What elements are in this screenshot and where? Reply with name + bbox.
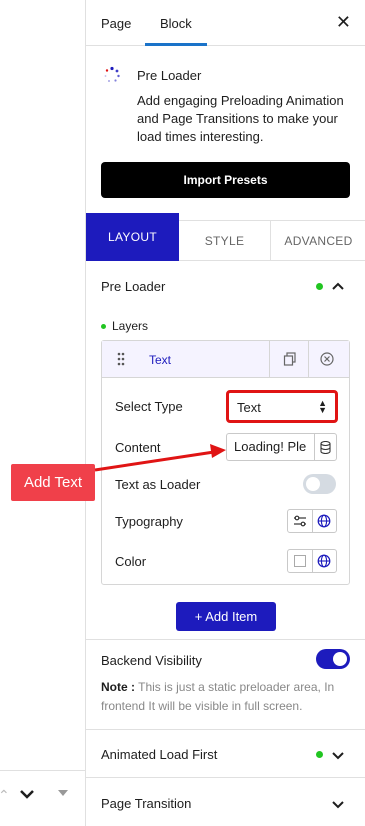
drag-handle-icon[interactable] xyxy=(117,352,125,366)
tab-page[interactable]: Page xyxy=(101,16,131,31)
divider xyxy=(312,550,313,572)
duplicate-icon[interactable] xyxy=(283,352,297,366)
select-type-label: Select Type xyxy=(115,399,183,414)
tab-style[interactable]: STYLE xyxy=(179,220,271,261)
divider xyxy=(308,341,309,377)
toggle-knob xyxy=(306,477,320,491)
settings-sidebar: Page Block ✕ Pre Loader Add engaging Pre… xyxy=(85,0,365,826)
database-icon xyxy=(320,441,331,454)
add-item-button[interactable]: + Add Item xyxy=(176,602,276,631)
divider xyxy=(86,639,365,640)
preloader-icon xyxy=(104,66,120,82)
close-icon[interactable]: ✕ xyxy=(336,12,351,33)
sidebar-tabs: Page Block ✕ xyxy=(86,0,365,46)
status-dot xyxy=(316,751,323,758)
backend-visibility-label: Backend Visibility xyxy=(101,653,202,668)
typography-controls xyxy=(287,509,337,533)
sliders-icon[interactable] xyxy=(293,514,307,528)
note-text: Note : This is just a static preloader a… xyxy=(101,678,351,716)
toggle-knob xyxy=(333,652,347,666)
divider xyxy=(86,777,365,778)
status-dot xyxy=(316,283,323,290)
content-label: Content xyxy=(115,440,161,455)
color-controls xyxy=(287,549,337,573)
annotation-label: Add Text xyxy=(11,464,95,501)
layer-item: Text Select Type Text ▲ ▼ Content Loading… xyxy=(101,340,350,585)
layer-header[interactable]: Text xyxy=(102,341,349,378)
note-body: This is just a static preloader area, In… xyxy=(101,680,335,713)
section-page-transition[interactable]: Page Transition xyxy=(101,796,191,811)
divider xyxy=(312,510,313,532)
globe-icon[interactable] xyxy=(317,554,331,568)
tab-block[interactable]: Block xyxy=(160,16,192,31)
chevron-up-icon[interactable] xyxy=(331,281,345,291)
layers-label: Layers xyxy=(101,319,148,333)
tab-layout[interactable]: LAYOUT xyxy=(86,213,179,261)
backend-visibility-toggle[interactable] xyxy=(316,649,350,669)
tab-advanced[interactable]: ADVANCED xyxy=(271,220,365,261)
divider xyxy=(269,341,270,377)
chevron-down-icon[interactable] xyxy=(331,750,345,760)
block-title: Pre Loader xyxy=(137,68,202,83)
active-tab-indicator xyxy=(145,43,207,46)
text-as-loader-label: Text as Loader xyxy=(115,477,201,492)
import-presets-button[interactable]: Import Presets xyxy=(101,162,350,198)
status-dot xyxy=(101,324,106,330)
layer-title[interactable]: Text xyxy=(149,353,171,367)
canvas-footer: ⌃ xyxy=(0,770,85,826)
color-swatch-icon[interactable] xyxy=(293,554,307,568)
text-as-loader-toggle[interactable] xyxy=(303,474,336,494)
select-type-value: Text xyxy=(237,400,261,415)
color-label: Color xyxy=(115,554,147,569)
remove-icon[interactable] xyxy=(320,352,334,366)
chevron-down-icon[interactable] xyxy=(331,799,345,809)
note-prefix: Note : xyxy=(101,680,135,694)
section-animated-load-first[interactable]: Animated Load First xyxy=(101,747,217,762)
select-type-dropdown[interactable]: Text ▲ ▼ xyxy=(226,390,338,423)
block-description: Add engaging Preloading Animation and Pa… xyxy=(137,93,344,144)
globe-icon[interactable] xyxy=(317,514,331,528)
layers-label-text: Layers xyxy=(112,319,149,333)
divider xyxy=(86,729,365,730)
editor-canvas: ⌃ xyxy=(0,0,85,826)
caret-down-icon[interactable] xyxy=(58,790,68,796)
content-input[interactable]: Loading! Ple xyxy=(226,433,314,461)
dynamic-content-button[interactable] xyxy=(314,433,337,461)
typography-label: Typography xyxy=(115,514,183,529)
chevron-down-icon[interactable] xyxy=(18,785,36,803)
chevron-up-icon[interactable]: ⌃ xyxy=(0,787,10,804)
panel-tabs: LAYOUT STYLE ADVANCED xyxy=(86,213,365,261)
section-pre-loader[interactable]: Pre Loader xyxy=(101,279,165,294)
select-arrows-icon: ▲ ▼ xyxy=(318,398,327,415)
